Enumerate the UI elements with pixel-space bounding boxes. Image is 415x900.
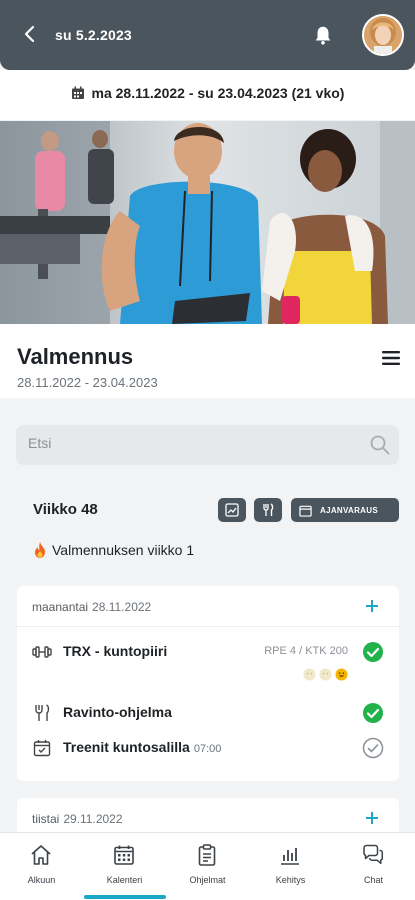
booking-label: AJANVARAUS [320, 505, 378, 515]
activity-meta: RPE 4 / KTK 200 [264, 645, 348, 657]
activity-row[interactable]: TRX - kuntopiiri RPE 4 / KTK 200 [32, 640, 384, 681]
divider [17, 626, 399, 627]
activity-title: TRX - kuntopiiri [63, 643, 168, 659]
cutlery-icon [35, 704, 50, 721]
program-sheet: Valmennus 28.11.2022 - 23.04.2023 Viikko… [0, 324, 415, 858]
current-date[interactable]: su 5.2.2023 [55, 27, 132, 43]
nav-programs[interactable]: Ohjelmat [166, 833, 249, 900]
calendar-small-icon [71, 86, 84, 99]
calendar-icon [299, 505, 312, 517]
activity-time: 07:00 [193, 743, 222, 755]
search-bar [16, 425, 399, 465]
day-name: tiistai [32, 812, 60, 826]
hamburger-menu-icon[interactable] [382, 350, 400, 366]
activity-row[interactable]: Treenit kuntosalilla 07:00 [32, 736, 384, 760]
add-activity-plus-icon[interactable] [365, 811, 379, 825]
nutrition-button[interactable] [254, 498, 282, 522]
pending-check-icon[interactable] [362, 737, 384, 759]
nav-label: Alkuun [27, 875, 56, 885]
nav-calendar[interactable]: Kalenteri [83, 833, 166, 900]
program-title: Valmennus [17, 344, 134, 369]
activity-title-text: Treenit kuntosalilla [63, 739, 190, 755]
program-dates: 28.11.2022 - 23.04.2023 [17, 375, 158, 390]
add-activity-plus-icon[interactable] [365, 599, 379, 613]
nav-label: Kehitys [275, 875, 306, 885]
activity-title: Treenit kuntosalilla 07:00 [63, 739, 221, 755]
calendar-icon [114, 845, 134, 865]
hero-image [0, 121, 415, 324]
search-icon[interactable] [369, 434, 391, 456]
week-title: Viikko 48 [33, 501, 98, 518]
gym-photo-illustration [0, 121, 415, 324]
nav-label: Kalenteri [106, 875, 143, 885]
bottom-navigation: Alkuun Kalenteri Ohjelmat Kehitys Chat [0, 832, 415, 900]
booking-button[interactable]: AJANVARAUS [291, 498, 399, 522]
date-range-bar[interactable]: ma 28.11.2022 - su 23.04.2023 (21 vko) [0, 70, 415, 120]
nav-progress[interactable]: Kehitys [249, 833, 332, 900]
nav-home[interactable]: Alkuun [0, 833, 83, 900]
stats-button[interactable] [218, 498, 246, 522]
done-check-icon[interactable] [362, 702, 384, 724]
activity-row[interactable]: Ravinto-ohjelma [32, 701, 384, 725]
nav-label: Ohjelmat [189, 875, 226, 885]
fire-icon [35, 542, 45, 558]
chat-icon [363, 844, 384, 865]
cutlery-icon [263, 503, 274, 516]
nav-chat[interactable]: Chat [332, 833, 415, 900]
search-input[interactable] [28, 435, 348, 451]
day-card-monday: maanantai 28.11.2022 TRX - kuntopiiri RPE… [17, 586, 399, 781]
day-date: 29.11.2022 [63, 812, 123, 826]
line-chart-icon [225, 503, 239, 517]
done-check-icon[interactable] [362, 641, 384, 663]
back-arrow-icon[interactable] [18, 22, 42, 46]
week-note: Valmennuksen viikko 1 [33, 542, 194, 558]
date-range-text: ma 28.11.2022 - su 23.04.2023 (21 vko) [91, 85, 345, 101]
bell-icon[interactable] [312, 24, 334, 46]
home-icon [31, 845, 51, 865]
avatar[interactable] [362, 14, 404, 56]
dumbbell-icon [32, 646, 52, 658]
day-date: 28.11.2022 [92, 600, 152, 614]
week-note-text: Valmennuksen viikko 1 [52, 542, 195, 558]
clipboard-icon [198, 844, 216, 866]
bar-chart-icon [281, 848, 299, 865]
calendar-check-icon [33, 740, 51, 757]
nav-label: Chat [363, 875, 383, 885]
emoji-happy-icon [335, 668, 348, 681]
emoji-neutral-icon [303, 668, 316, 681]
top-bar: su 5.2.2023 [0, 0, 415, 70]
active-tab-indicator [84, 895, 166, 899]
day-header: tiistai 29.11.2022 [32, 812, 123, 826]
emoji-neutral-icon [319, 668, 332, 681]
program-header: Valmennus 28.11.2022 - 23.04.2023 [0, 324, 415, 398]
activity-title: Ravinto-ohjelma [63, 704, 172, 720]
mood-emojis [303, 668, 348, 681]
day-header: maanantai 28.11.2022 [32, 600, 151, 614]
day-name: maanantai [32, 600, 89, 614]
avatar-image [364, 16, 402, 54]
